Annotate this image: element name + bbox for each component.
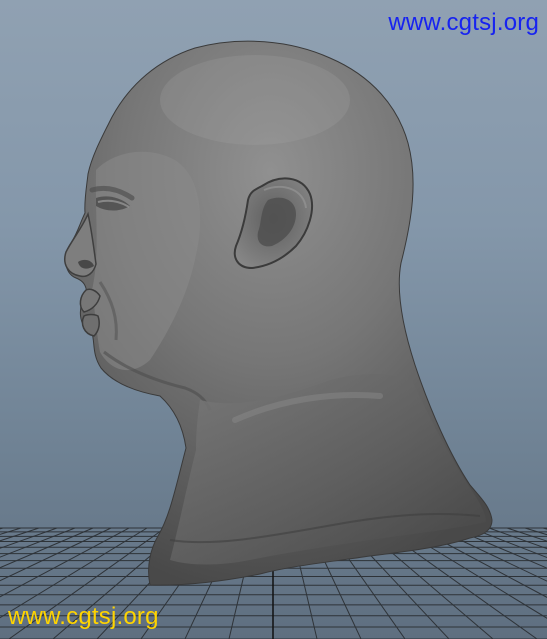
watermark-top: www.cgtsj.org (388, 9, 539, 36)
grid-line (542, 527, 547, 530)
lower-lip (81, 313, 100, 337)
grid-line (488, 527, 547, 550)
grid-line (452, 527, 547, 569)
skull-highlight (160, 55, 350, 145)
watermark-bottom: www.cgtsj.org (8, 603, 159, 630)
grid-line (0, 527, 4, 530)
viewport-canvas[interactable] (0, 0, 547, 639)
head-model[interactable] (64, 40, 493, 586)
viewport-3d[interactable]: www.cgtsj.org www.cgtsj.org (0, 0, 547, 639)
